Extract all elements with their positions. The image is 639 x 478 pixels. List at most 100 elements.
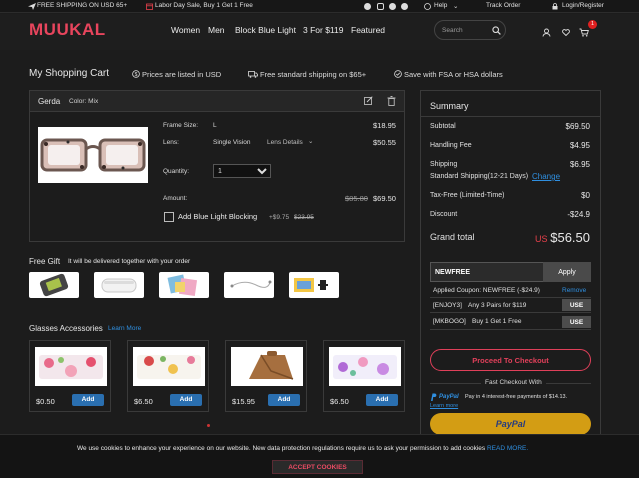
blue-light-original: $23.95 bbox=[294, 214, 314, 221]
lens-details-link[interactable]: Lens Details bbox=[267, 139, 303, 146]
change-shipping-link[interactable]: Change bbox=[532, 172, 560, 181]
handling-label: Handling Fee bbox=[430, 142, 472, 149]
paypal-button[interactable]: PayPal bbox=[430, 413, 591, 435]
gift-option[interactable] bbox=[29, 272, 79, 298]
learn-more-link[interactable]: Learn More bbox=[108, 325, 141, 332]
page-title: My Shopping Cart bbox=[29, 68, 110, 79]
dollar-circle-icon: $ bbox=[132, 70, 140, 78]
frame-size-label: Frame Size: bbox=[163, 122, 199, 129]
case-image bbox=[101, 278, 137, 293]
search-input[interactable] bbox=[442, 25, 488, 36]
shipping-method: Standard Shipping(12-21 Days) bbox=[430, 173, 529, 180]
accessory-price: $15.95 bbox=[232, 397, 255, 406]
add-accessory-button[interactable]: Add bbox=[170, 394, 202, 406]
carousel-dot[interactable] bbox=[207, 424, 210, 427]
search-box bbox=[434, 20, 506, 40]
add-accessory-button[interactable]: Add bbox=[366, 394, 398, 406]
product-color: Color: Mix bbox=[69, 98, 99, 105]
cookie-message: We use cookies to enhance your experienc… bbox=[77, 445, 528, 452]
nav-featured[interactable]: Featured bbox=[351, 25, 385, 35]
chevron-down-icon: ⌄ bbox=[453, 3, 459, 10]
accessory-image bbox=[329, 347, 401, 386]
tax-value: $0 bbox=[581, 191, 590, 200]
shipping-value: $6.95 bbox=[569, 160, 590, 169]
order-summary: Summary Subtotal $69.50 Handling Fee $4.… bbox=[420, 90, 601, 450]
gift-option[interactable] bbox=[224, 272, 274, 298]
track-order-link[interactable]: Track Order bbox=[486, 2, 520, 9]
cart-count-badge: 1 bbox=[588, 20, 597, 29]
blue-light-checkbox[interactable] bbox=[164, 212, 174, 222]
remove-coupon-link[interactable]: Remove bbox=[562, 287, 586, 294]
calendar-icon bbox=[146, 3, 153, 10]
offer-text: Buy 1 Get 1 Free bbox=[472, 318, 522, 325]
lens-value: Single Vision bbox=[213, 139, 251, 146]
heart-icon[interactable] bbox=[562, 29, 570, 36]
cloth-image bbox=[167, 274, 198, 297]
cookie-banner: We use cookies to enhance your experienc… bbox=[0, 434, 639, 478]
cart-item-header: Gerda Color: Mix bbox=[30, 91, 404, 112]
youtube-icon[interactable] bbox=[401, 3, 408, 10]
user-icon[interactable] bbox=[542, 28, 551, 37]
lens-price: $50.55 bbox=[373, 138, 396, 147]
cart-item: Gerda Color: Mix Frame Size: L $18.95 Le… bbox=[29, 90, 405, 242]
nav-women[interactable]: Women bbox=[171, 25, 200, 35]
amount-label: Amount: bbox=[163, 195, 188, 202]
announcement-bar: FREE SHIPPING ON USD 65+ Labor Day Sale,… bbox=[0, 0, 639, 13]
floral-case-image bbox=[39, 355, 103, 379]
paypal-installments-note: Pay in 4 interest-free payments of $14.1… bbox=[465, 394, 568, 400]
offer-code: [ENJOY3] bbox=[433, 302, 462, 309]
cart-icon[interactable] bbox=[579, 28, 589, 37]
lens-label: Lens: bbox=[163, 139, 179, 146]
accessory-card[interactable]: $15.95 Add bbox=[225, 340, 307, 412]
gift-option[interactable] bbox=[159, 272, 209, 298]
quantity-select[interactable]: 1 bbox=[213, 164, 271, 178]
add-accessory-button[interactable]: Add bbox=[268, 394, 300, 406]
free-gift-title: Free Gift bbox=[29, 257, 61, 266]
blue-light-label[interactable]: Add Blue Light Blocking bbox=[178, 212, 257, 221]
trash-icon[interactable] bbox=[387, 96, 396, 106]
help-icon bbox=[424, 3, 431, 10]
truck-icon bbox=[248, 71, 258, 78]
accept-cookies-button[interactable]: ACCEPT COOKIES bbox=[272, 460, 363, 474]
search-icon[interactable] bbox=[492, 26, 501, 35]
facebook-icon[interactable] bbox=[364, 3, 371, 10]
applied-coupon-text: Applied Coupon: NEWFREE (-$24.9) bbox=[433, 287, 540, 294]
login-register-link[interactable]: Login/Register bbox=[562, 2, 604, 9]
tax-label: Tax-Free (Limited-Time) bbox=[430, 192, 505, 199]
divider bbox=[421, 116, 600, 117]
proceed-to-checkout-button[interactable]: Proceed To Checkout bbox=[430, 349, 591, 371]
use-offer-button[interactable]: USE bbox=[562, 316, 591, 328]
nav-men[interactable]: Men bbox=[208, 25, 225, 35]
coupon-input[interactable] bbox=[430, 262, 544, 282]
subtotal-value: $69.50 bbox=[565, 122, 590, 131]
free-shipping-note: Free standard shipping on $65+ bbox=[260, 70, 367, 79]
nav-3-for-119[interactable]: 3 For $119 bbox=[303, 25, 343, 35]
instagram-icon[interactable] bbox=[377, 3, 384, 10]
add-accessory-button[interactable]: Add bbox=[72, 394, 104, 406]
shipping-label: Shipping bbox=[430, 161, 458, 168]
nav-block-blue-light[interactable]: Block Blue Light bbox=[235, 25, 296, 35]
amount-original: $85.80 bbox=[345, 194, 368, 203]
brand-logo[interactable]: MUUKAL bbox=[29, 20, 106, 40]
gift-option[interactable] bbox=[94, 272, 144, 298]
cookie-message-text: We use cookies to enhance your experienc… bbox=[77, 445, 486, 452]
product-image[interactable] bbox=[38, 127, 148, 183]
edit-icon[interactable] bbox=[364, 96, 373, 105]
paypal-learn-more-link[interactable]: Learn more bbox=[430, 403, 458, 409]
accessory-card[interactable]: $6.50 Add bbox=[323, 340, 405, 412]
accessory-card[interactable]: $6.50 Add bbox=[127, 340, 209, 412]
discount-value: -$24.9 bbox=[567, 210, 590, 219]
promo-link[interactable]: Labor Day Sale, Buy 1 Get 1 Free bbox=[155, 2, 253, 9]
gift-option[interactable] bbox=[289, 272, 339, 298]
help-menu[interactable]: Help bbox=[434, 2, 447, 9]
accessory-image bbox=[231, 347, 303, 386]
use-offer-button[interactable]: USE bbox=[562, 299, 591, 311]
leather-stand-image bbox=[249, 351, 294, 380]
apply-coupon-button[interactable]: Apply bbox=[543, 262, 591, 282]
read-more-link[interactable]: READ MORE. bbox=[487, 445, 528, 452]
accessory-card[interactable]: $0.50 Add bbox=[29, 340, 111, 412]
product-name[interactable]: Gerda bbox=[38, 97, 60, 106]
pinterest-icon[interactable] bbox=[389, 3, 396, 10]
blue-light-price: +$9.75 bbox=[269, 214, 290, 221]
check-circle-icon bbox=[394, 70, 402, 78]
